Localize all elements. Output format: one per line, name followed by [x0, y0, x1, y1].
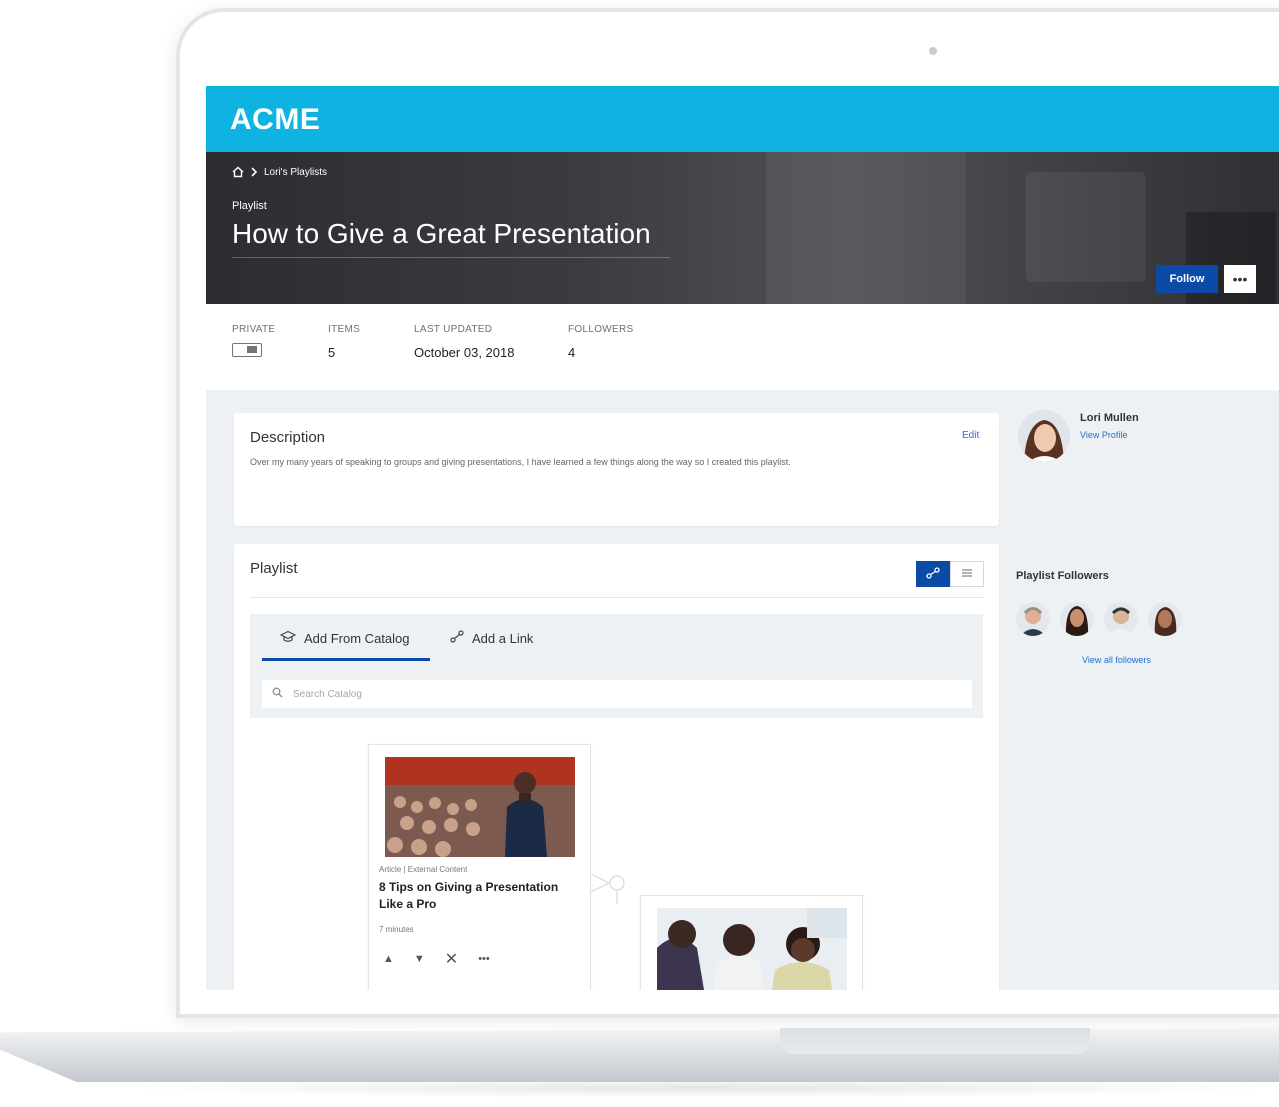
playlist-stats: PRIVATE ITEMS 5 LAST UPDATED October 03,… [206, 304, 1279, 390]
active-tab-indicator [262, 658, 430, 661]
breadcrumb: Lori's Playlists [232, 166, 327, 178]
page-kicker: Playlist [232, 200, 267, 212]
playlist-hero: Lori's Playlists Playlist How to Give a … [206, 152, 1279, 304]
followers-list [1016, 602, 1182, 636]
avatar[interactable] [1060, 602, 1094, 636]
stat-items: ITEMS 5 [328, 324, 360, 360]
followers-title: Playlist Followers [1016, 570, 1109, 582]
path-view-icon [926, 566, 940, 582]
camera-dot [929, 47, 937, 55]
title-underline [232, 257, 670, 258]
search-icon [272, 687, 283, 701]
list-view-icon [961, 568, 973, 581]
stat-followers: FOLLOWERS 4 [568, 324, 634, 360]
page-title: How to Give a Great Presentation [232, 218, 651, 249]
avatar[interactable] [1016, 602, 1050, 636]
hero-background [766, 152, 966, 304]
breadcrumb-current[interactable]: Lori's Playlists [264, 167, 327, 178]
more-icon: ••• [1232, 271, 1248, 287]
chevron-right-icon [250, 167, 258, 177]
item-duration: 7 minutes [379, 925, 414, 934]
search-catalog-input[interactable]: Search Catalog [262, 680, 972, 708]
catalog-icon [279, 630, 297, 646]
edit-description-link[interactable]: Edit [962, 430, 979, 441]
description-title: Description [250, 429, 326, 446]
tab-label: Add From Catalog [304, 630, 410, 646]
brand-logo[interactable]: ACME [230, 103, 320, 137]
path-view-button[interactable] [916, 561, 950, 587]
tab-label: Add a Link [472, 630, 534, 646]
tab-add-from-catalog[interactable]: Add From Catalog [279, 630, 410, 646]
move-up-icon[interactable]: ▲ [383, 953, 394, 965]
list-view-button[interactable] [950, 561, 984, 587]
profile-name: Lori Mullen [1080, 412, 1139, 424]
private-toggle[interactable] [232, 343, 262, 357]
description-card: Description Edit Over my many years of s… [234, 413, 999, 526]
playlist-card: Playlist Add From Catalog Add a Link Sea… [234, 544, 999, 990]
view-toggle [916, 561, 984, 587]
playlist-item-card[interactable] [640, 895, 863, 990]
tab-add-a-link[interactable]: Add a Link [450, 630, 533, 646]
link-icon [450, 630, 464, 646]
item-thumbnail [385, 757, 575, 857]
avatar[interactable] [1018, 410, 1070, 462]
item-meta: Article | External Content [379, 865, 468, 874]
item-thumbnail [657, 908, 847, 990]
stat-label: FOLLOWERS [568, 324, 634, 335]
item-title[interactable]: 8 Tips on Giving a Presentation Like a P… [379, 879, 579, 913]
stat-private: PRIVATE [232, 324, 275, 357]
home-icon[interactable] [232, 166, 244, 178]
description-text: Over my many years of speaking to groups… [250, 457, 791, 467]
follow-button[interactable]: Follow [1156, 265, 1218, 293]
app-screen: ACME Lori's Playlists Playlist How to Gi… [206, 86, 1279, 990]
move-down-icon[interactable]: ▼ [414, 953, 425, 965]
stat-label: PRIVATE [232, 324, 276, 335]
item-actions: ▲ ▼ ✕ ••• [383, 949, 490, 969]
playlist-title: Playlist [250, 560, 298, 577]
search-placeholder: Search Catalog [293, 688, 362, 700]
avatar[interactable] [1104, 602, 1138, 636]
laptop-notch [780, 1028, 1090, 1054]
more-icon[interactable]: ••• [478, 953, 490, 965]
stat-value: October 03, 2018 [414, 345, 515, 360]
divider [250, 597, 983, 598]
view-profile-link[interactable]: View Profile [1080, 430, 1127, 440]
stat-label: LAST UPDATED [414, 324, 493, 335]
playlist-item-card[interactable]: Article | External Content 8 Tips on Giv… [368, 744, 591, 990]
hero-background [1026, 172, 1146, 282]
more-options-button[interactable]: ••• [1224, 265, 1256, 293]
remove-icon[interactable]: ✕ [445, 949, 458, 969]
add-content-panel: Add From Catalog Add a Link Search Catal… [250, 614, 983, 718]
view-all-followers-link[interactable]: View all followers [1082, 655, 1151, 665]
top-bar: ACME [206, 86, 1279, 152]
stat-last-updated: LAST UPDATED October 03, 2018 [414, 324, 514, 360]
avatar[interactable] [1148, 602, 1182, 636]
path-connector [591, 874, 625, 904]
stat-value: 4 [568, 345, 576, 360]
stat-value: 5 [328, 345, 336, 360]
stat-label: ITEMS [328, 324, 361, 335]
